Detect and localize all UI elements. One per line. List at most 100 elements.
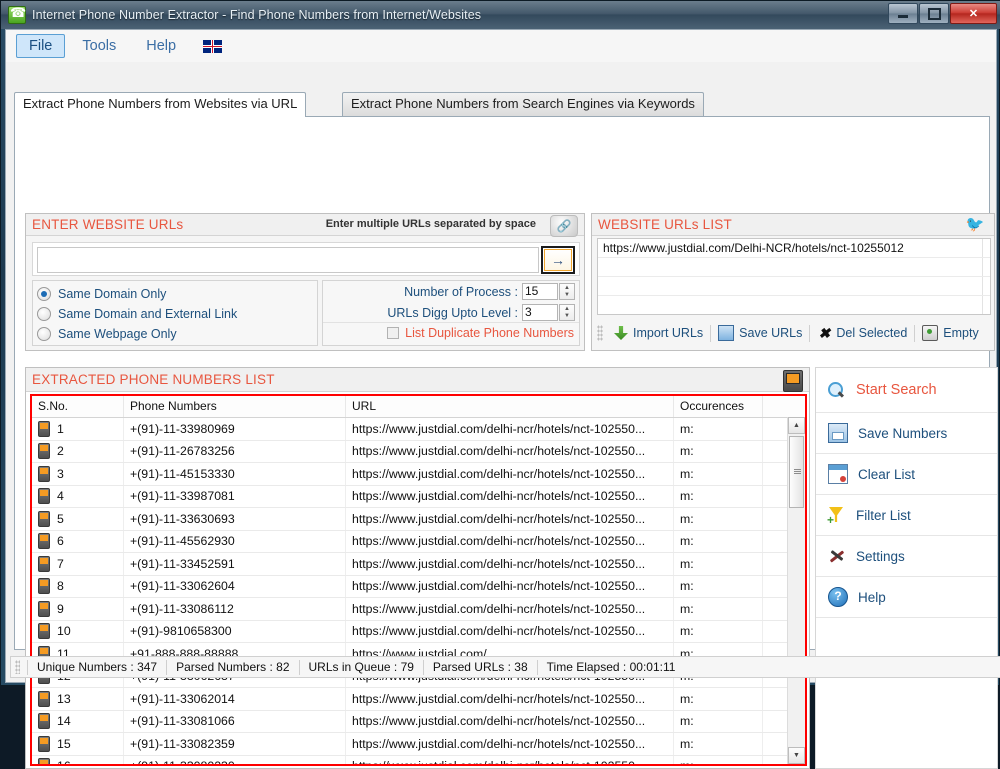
import-urls-label: Import URLs xyxy=(633,326,704,340)
action-start-search-button[interactable]: Start Search xyxy=(816,368,997,413)
cell-url: https://www.justdial.com/delhi-ncr/hotel… xyxy=(346,553,674,575)
mobile-phone-icon[interactable] xyxy=(783,370,803,392)
tab-extract-via-keywords[interactable]: Extract Phone Numbers from Search Engine… xyxy=(342,92,704,116)
list-item[interactable] xyxy=(598,277,990,296)
menu-bar: File Tools Help xyxy=(6,30,996,62)
mobile-phone-icon xyxy=(38,465,50,482)
action-label: Filter List xyxy=(856,507,911,523)
link-icon[interactable]: 🔗 xyxy=(550,215,578,237)
menu-item-tools[interactable]: Tools xyxy=(69,34,129,58)
table-row[interactable]: 4 +(91)-11-33987081 https://www.justdial.c… xyxy=(32,485,805,508)
table-row[interactable]: 16 +(91)-11-33080230https://www.justdial.… xyxy=(32,755,805,764)
toolbar-grip[interactable] xyxy=(597,325,603,341)
website-url-input[interactable] xyxy=(37,247,539,273)
del-selected-button[interactable]: ✖ Del Selected xyxy=(810,324,914,342)
enter-urls-hint: Enter multiple URLs separated by space xyxy=(325,218,536,230)
app-icon xyxy=(8,5,26,24)
extracted-title: EXTRACTED PHONE NUMBERS LIST xyxy=(32,372,275,387)
table-row[interactable]: 3 +(91)-11-45153330 https://www.justdial.c… xyxy=(32,463,805,486)
grid-vertical-scrollbar[interactable]: ▲ ▼ xyxy=(787,417,805,764)
urls-digg-level-stepper[interactable]: ▲ ▼ xyxy=(559,304,575,321)
table-row[interactable]: 1 +(91)-11-33980969 https://www.justdial.c… xyxy=(32,418,805,441)
table-row[interactable]: 7 +(91)-11-33452591 https://www.justdial.c… xyxy=(32,553,805,576)
number-of-process-stepper[interactable]: ▲ ▼ xyxy=(559,283,575,300)
list-duplicate-checkbox[interactable] xyxy=(387,327,400,339)
empty-button[interactable]: Empty xyxy=(915,323,985,343)
radio-same-webpage-only[interactable]: Same Webpage Only xyxy=(37,324,317,344)
clear-icon xyxy=(828,464,848,484)
cell-sno: 7 xyxy=(32,553,124,575)
scrollbar-thumb[interactable] xyxy=(789,436,804,508)
action-help-button[interactable]: ? Help xyxy=(816,577,997,618)
maximize-icon xyxy=(927,7,941,20)
radio-same-domain-and-external[interactable]: Same Domain and External Link xyxy=(37,304,317,324)
save-urls-button[interactable]: Save URLs xyxy=(711,323,809,343)
minimize-button[interactable] xyxy=(888,3,918,24)
cell-occurences: m: xyxy=(674,688,763,710)
column-header-phone[interactable]: Phone Numbers xyxy=(124,396,346,417)
tab-strip: Extract Phone Numbers from Websites via … xyxy=(14,92,990,117)
list-item[interactable]: https://www.justdial.com/Delhi-NCR/hotel… xyxy=(598,239,990,258)
radio-same-domain-only[interactable]: Same Domain Only xyxy=(37,284,317,304)
table-row[interactable]: 6 +(91)-11-45562930 https://www.justdial.c… xyxy=(32,530,805,553)
import-urls-button[interactable]: Import URLs xyxy=(607,324,710,342)
menu-item-file[interactable]: File xyxy=(16,34,66,58)
filter-icon xyxy=(827,506,846,527)
radio-icon-checked xyxy=(37,287,51,301)
list-item[interactable] xyxy=(598,258,990,277)
cell-sno: 1 xyxy=(32,418,124,440)
number-of-process-input[interactable]: 15 xyxy=(522,283,558,300)
mobile-phone-icon xyxy=(38,488,50,505)
cell-url: https://www.justdial.com/delhi-ncr/hotel… xyxy=(346,508,674,530)
tab-extract-via-url[interactable]: Extract Phone Numbers from Websites via … xyxy=(14,92,307,117)
list-item[interactable] xyxy=(598,296,990,314)
sno-text: 9 xyxy=(57,601,64,616)
sno-text: 4 xyxy=(57,489,64,504)
cell-occurences: m: xyxy=(674,620,763,642)
uk-flag-icon[interactable] xyxy=(203,39,223,53)
cell-occurences: m: xyxy=(674,463,763,485)
close-button[interactable]: ✕ xyxy=(950,3,997,24)
table-row[interactable]: 14 +(91)-11-33081066 https://www.justdial.… xyxy=(32,710,805,733)
bird-icon[interactable]: 🐦 xyxy=(962,216,988,234)
crawl-scope-options: Same Domain Only Same Domain and Externa… xyxy=(32,280,318,346)
table-row[interactable]: 8 +(91)-11-33062604 https://www.justdial.c… xyxy=(32,575,805,598)
table-row[interactable]: 5 +(91)-11-33630693 https://www.justdial.c… xyxy=(32,508,805,531)
cell-phone-number: +(91)-11-33081066 xyxy=(124,710,346,732)
mobile-phone-icon xyxy=(38,690,50,707)
scroll-up-icon[interactable]: ▲ xyxy=(788,417,805,434)
delete-x-icon: ✖ xyxy=(818,325,831,341)
window-title: Internet Phone Number Extractor - Find P… xyxy=(32,8,482,22)
maximize-button[interactable] xyxy=(919,3,949,24)
table-row[interactable]: 13 +(91)-11-33062014 https://www.justdial.… xyxy=(32,688,805,711)
website-urls-table[interactable]: https://www.justdial.com/Delhi-NCR/hotel… xyxy=(597,238,991,315)
scroll-down-icon[interactable]: ▼ xyxy=(788,747,805,764)
floppy-icon xyxy=(828,423,848,443)
cell-sno: 6 xyxy=(32,530,124,552)
table-row[interactable]: 9 +(91)-11-33086112 https://www.justdial.c… xyxy=(32,598,805,621)
sno-text: 5 xyxy=(57,511,64,526)
urls-digg-level-input[interactable]: 3 xyxy=(522,304,558,321)
list-duplicate-row[interactable]: List Duplicate Phone Numbers xyxy=(323,322,579,343)
enter-website-urls-group: ENTER WEBSITE URLs Enter multiple URLs s… xyxy=(25,213,585,351)
action-filter-list-button[interactable]: Filter List xyxy=(816,495,997,536)
help-icon: ? xyxy=(828,587,848,607)
column-header-occurences[interactable]: Occurences xyxy=(674,396,763,417)
menu-item-help[interactable]: Help xyxy=(133,34,189,58)
sno-text: 3 xyxy=(57,466,64,481)
cell-occurences: m: xyxy=(674,418,763,440)
table-row[interactable]: 10 +(91)-9810658300 https://www.justdial.c… xyxy=(32,620,805,643)
cell-url: https://www.justdial.com/delhi-ncr/hotel… xyxy=(346,620,674,642)
column-header-url[interactable]: URL xyxy=(346,396,674,417)
cell-phone-number: +(91)-9810658300 xyxy=(124,620,346,642)
action-settings-button[interactable]: Settings xyxy=(816,536,997,577)
add-url-button[interactable]: → xyxy=(541,246,575,274)
action-clear-list-button[interactable]: Clear List xyxy=(816,454,997,495)
action-save-numbers-button[interactable]: Save Numbers xyxy=(816,413,997,454)
table-row[interactable]: 2 +(91)-11-26783256 https://www.justdial.c… xyxy=(32,440,805,463)
radio-label-same-webpage-only: Same Webpage Only xyxy=(58,327,177,341)
table-row[interactable]: 15 +(91)-11-33082359 https://www.justdial.… xyxy=(32,733,805,756)
column-header-sno[interactable]: S.No. xyxy=(32,396,124,417)
phone-numbers-grid[interactable]: S.No. Phone Numbers URL Occurences 1 +(91… xyxy=(30,394,807,766)
cell-sno: 10 xyxy=(32,620,124,642)
